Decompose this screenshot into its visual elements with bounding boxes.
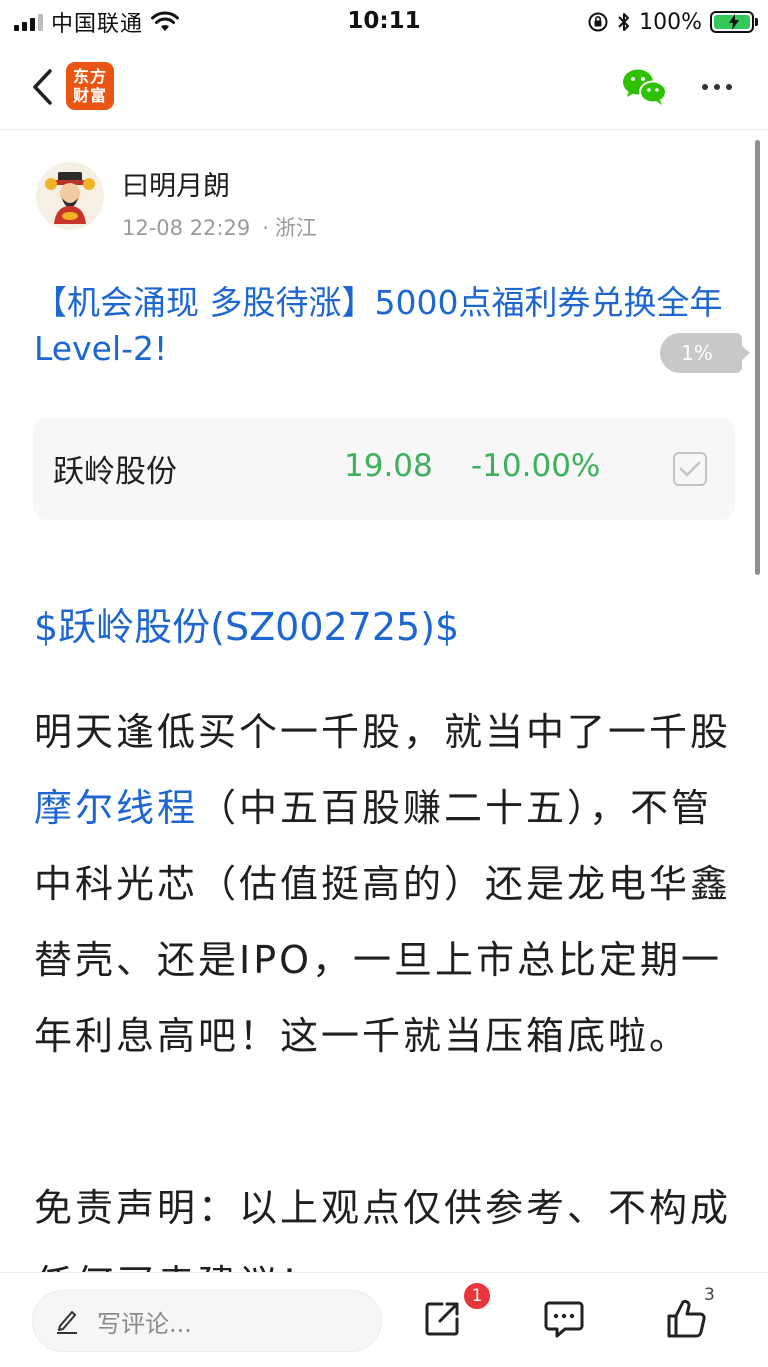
comment-input[interactable]: 写评论... — [32, 1290, 382, 1352]
app-logo[interactable]: 东方 财富 — [66, 62, 114, 110]
author-avatar[interactable] — [36, 162, 104, 230]
chevron-left-icon — [33, 69, 52, 105]
orientation-lock-icon — [588, 12, 608, 32]
more-options-button[interactable] — [694, 66, 740, 108]
logo-text-line1: 东方 — [72, 67, 107, 86]
logo-text-line2: 财富 — [72, 86, 107, 105]
back-button[interactable] — [22, 62, 62, 112]
bluetooth-icon — [618, 13, 630, 31]
bottom-action-bar: 写评论... 1 3 — [0, 1272, 768, 1367]
share-icon — [425, 1302, 459, 1336]
battery-icon — [710, 11, 758, 33]
post-body-text: 明天逢低买个一千股，就当中了一千股 — [34, 710, 732, 754]
checkbox-check-icon — [679, 461, 701, 477]
status-bar: 中国联通 10:11 100% — [0, 0, 768, 44]
post-timestamp: 12-08 22:29 — [122, 216, 251, 240]
scroll-indicator — [755, 140, 760, 575]
wechat-share-button[interactable] — [620, 66, 670, 108]
read-progress-badge: 1% — [660, 333, 750, 373]
post-location: 浙江 — [274, 216, 317, 240]
pencil-icon — [57, 1311, 77, 1334]
share-badge: 1 — [462, 1281, 492, 1311]
stock-change: -10.00% — [471, 448, 601, 484]
comments-button[interactable] — [538, 1293, 590, 1345]
add-watchlist-button[interactable] — [673, 452, 707, 486]
stock-link[interactable]: $跃岭股份(SZ002725)$ — [34, 596, 459, 651]
nav-bar: 东方 财富 — [0, 44, 768, 130]
thumbs-up-icon — [667, 1299, 706, 1338]
wechat-icon — [623, 69, 667, 105]
meta-separator: · — [262, 216, 269, 240]
promo-link[interactable]: 【机会涌现 多股待涨】5000点福利券兑换全年Level-2! — [34, 280, 734, 372]
stock-name: 跃岭股份 — [53, 454, 177, 490]
share-button[interactable] — [416, 1293, 468, 1345]
author-name[interactable]: 曰明月朗 — [122, 164, 230, 203]
like-count: 3 — [704, 1285, 715, 1305]
post-body: 明天逢低买个一千股，就当中了一千股摩尔线程（中五百股赚二十五），不管中科光芯（估… — [34, 694, 736, 1074]
more-dots-icon — [702, 84, 708, 90]
post-meta: 12-08 22:29 · 浙江 — [122, 212, 317, 242]
battery-percentage: 100% — [639, 9, 702, 35]
stock-card[interactable]: 跃岭股份 19.08 -10.00% — [33, 418, 735, 520]
comment-placeholder: 写评论... — [97, 1309, 192, 1338]
topic-link[interactable]: 摩尔线程 — [34, 786, 198, 830]
stock-price: 19.08 — [344, 448, 433, 484]
comment-icon — [544, 1301, 584, 1338]
